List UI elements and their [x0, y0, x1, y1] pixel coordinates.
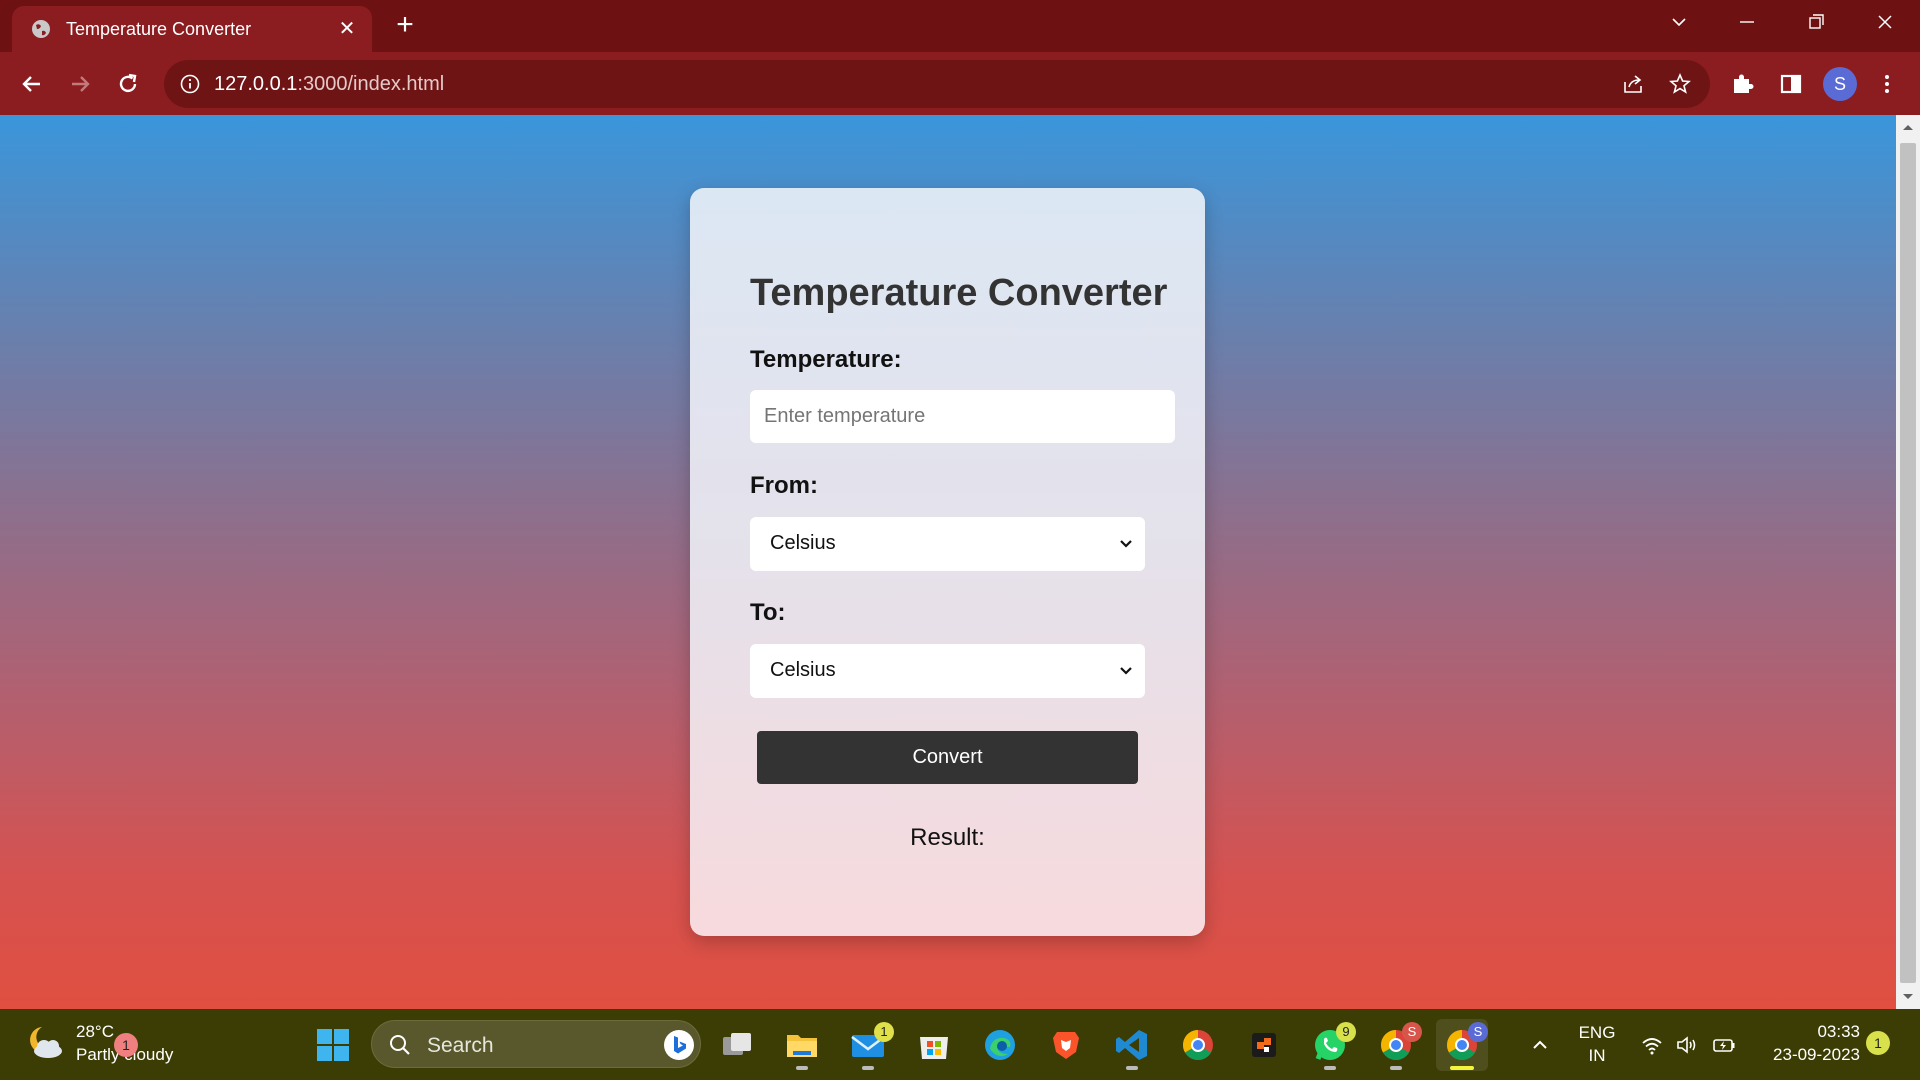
taskbar-chrome-active[interactable]: S [1436, 1019, 1488, 1071]
tab-temperature-converter[interactable]: Temperature Converter ✕ [12, 6, 372, 52]
to-unit-select[interactable]: Celsius [750, 644, 1145, 698]
chevron-up-icon[interactable] [1528, 1033, 1552, 1057]
weather-badge: 1 [114, 1033, 138, 1057]
minimize-icon[interactable] [1722, 8, 1772, 38]
weather-temperature: 28°C [76, 1022, 114, 1041]
taskbar-brave[interactable] [1040, 1019, 1092, 1071]
from-unit-select[interactable]: Celsius [750, 517, 1145, 571]
restore-icon[interactable] [1791, 8, 1841, 38]
chevron-down-icon [1120, 667, 1132, 675]
app-grid-icon [1252, 1033, 1276, 1057]
taskbar-chrome[interactable] [1172, 1019, 1224, 1071]
globe-icon [32, 20, 50, 38]
browser-menu-icon[interactable] [1869, 66, 1905, 102]
taskbar: 28°C Partly cloudy 1 Search 1 9 S S ENG … [0, 1009, 1920, 1080]
taskbar-microsoft-store[interactable] [908, 1019, 960, 1071]
page-viewport: Temperature Converter Temperature: From:… [0, 115, 1896, 1009]
new-tab-button[interactable]: + [390, 10, 420, 41]
task-view-button[interactable] [711, 1019, 763, 1071]
url-host: 127.0.0.1 [214, 73, 298, 95]
site-info-icon[interactable] [178, 72, 202, 96]
windows-logo-icon [317, 1029, 349, 1061]
extensions-puzzle-icon[interactable] [1725, 66, 1761, 102]
page-title: Temperature Converter [750, 272, 1168, 314]
from-unit-value: Celsius [770, 532, 836, 554]
scroll-up-arrow-icon[interactable] [1896, 117, 1920, 137]
profile-avatar[interactable]: S [1823, 67, 1857, 101]
browser-toolbar: 127.0.0.1:3000/index.html S [0, 52, 1920, 115]
url-path: :3000/index.html [297, 73, 445, 95]
running-indicator [1390, 1066, 1402, 1070]
taskbar-whatsapp[interactable]: 9 [1304, 1019, 1356, 1071]
partly-cloudy-icon [30, 1027, 62, 1058]
share-icon[interactable] [1621, 72, 1645, 96]
clock-time[interactable]: 03:33 [1762, 1022, 1860, 1042]
volume-icon[interactable] [1675, 1033, 1699, 1057]
tab-strip: Temperature Converter ✕ + [0, 0, 1920, 52]
input-language[interactable]: ENG [1572, 1023, 1622, 1043]
close-window-icon[interactable] [1860, 8, 1910, 38]
chrome-icon [1182, 1030, 1213, 1061]
result-text: Result: [910, 824, 985, 851]
edge-icon [985, 1030, 1015, 1060]
whatsapp-badge: 9 [1336, 1022, 1356, 1042]
input-region[interactable]: IN [1572, 1046, 1622, 1066]
chrome-profile-badge: S [1402, 1022, 1422, 1042]
close-tab-icon[interactable]: ✕ [335, 17, 359, 41]
to-unit-value: Celsius [770, 659, 836, 681]
wifi-icon[interactable] [1640, 1033, 1664, 1057]
taskbar-mail[interactable]: 1 [842, 1019, 894, 1071]
mail-badge: 1 [874, 1022, 894, 1042]
taskbar-chrome-profile[interactable]: S [1370, 1019, 1422, 1071]
address-bar[interactable]: 127.0.0.1:3000/index.html [164, 60, 1710, 108]
task-view-icon [723, 1033, 751, 1055]
vscode-icon [1116, 1030, 1147, 1060]
temperature-input[interactable] [750, 390, 1175, 443]
tab-search-icon[interactable] [1654, 8, 1704, 38]
chrome-active-profile-badge: S [1468, 1022, 1488, 1042]
running-indicator [1126, 1066, 1138, 1070]
taskbar-search[interactable]: Search [371, 1020, 701, 1068]
taskbar-edge[interactable] [974, 1019, 1026, 1071]
notification-badge[interactable]: 1 [1866, 1031, 1890, 1055]
back-arrow-icon[interactable] [14, 66, 50, 102]
scroll-thumb[interactable] [1900, 143, 1916, 983]
bookmark-star-icon[interactable] [1668, 72, 1692, 96]
store-icon [920, 1037, 948, 1059]
url-text: 127.0.0.1:3000/index.html [214, 73, 444, 96]
vertical-scrollbar[interactable] [1896, 115, 1920, 1009]
taskbar-terminal-app[interactable] [1238, 1019, 1290, 1071]
bing-icon[interactable] [663, 1029, 695, 1061]
tab-title: Temperature Converter [66, 19, 252, 39]
running-indicator [862, 1066, 874, 1070]
convert-button[interactable]: Convert [757, 731, 1138, 784]
chevron-down-icon [1120, 540, 1132, 548]
from-label: From: [750, 472, 818, 499]
temperature-label: Temperature: [750, 346, 902, 373]
battery-charging-icon[interactable] [1712, 1033, 1736, 1057]
brave-lion-icon [1053, 1032, 1079, 1059]
start-button[interactable] [307, 1019, 359, 1071]
converter-card: Temperature Converter Temperature: From:… [690, 188, 1205, 936]
side-panel-icon[interactable] [1773, 66, 1809, 102]
taskbar-vscode[interactable] [1106, 1019, 1158, 1071]
clock-date[interactable]: 23-09-2023 [1742, 1045, 1860, 1065]
search-label: Search [427, 1034, 494, 1057]
running-indicator [796, 1066, 808, 1070]
forward-arrow-icon[interactable] [62, 66, 98, 102]
running-indicator [1324, 1066, 1336, 1070]
taskbar-file-explorer[interactable] [776, 1019, 828, 1071]
folder-icon [787, 1035, 817, 1057]
reload-icon[interactable] [110, 66, 146, 102]
to-label: To: [750, 599, 786, 626]
search-icon [390, 1035, 410, 1055]
active-indicator [1450, 1066, 1474, 1070]
scroll-down-arrow-icon[interactable] [1896, 987, 1920, 1007]
